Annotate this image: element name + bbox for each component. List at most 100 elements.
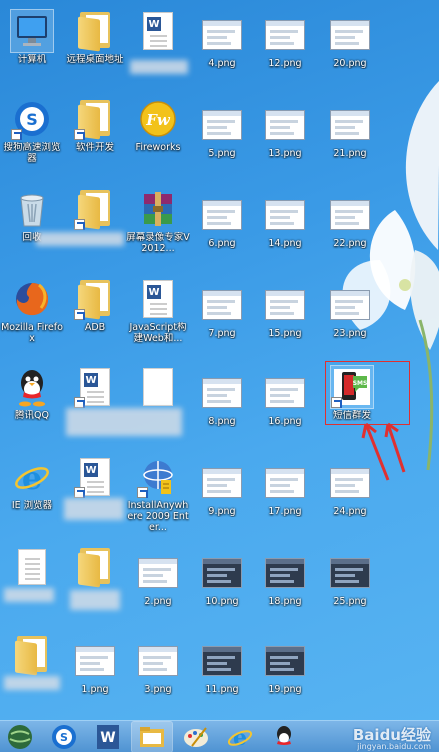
desktop-icon-fireworks[interactable]: Fw Fireworks [128, 98, 188, 153]
taskbar-paint[interactable] [176, 722, 216, 752]
desktop-icon-screen-recorder[interactable]: 屏幕录像专家V2012... [126, 188, 190, 254]
desktop-icon-qq[interactable]: 腾讯QQ [2, 366, 62, 421]
svg-text:S: S [60, 731, 68, 744]
desktop-icon-15-png[interactable]: 15.png [255, 284, 315, 339]
sogou-browser-icon: S [11, 98, 53, 140]
desktop-icon-firefox[interactable]: Mozilla Firefox [1, 278, 63, 344]
shortcut-arrow-icon [74, 129, 85, 140]
image-thumb-icon [201, 462, 243, 504]
taskbar-ie[interactable]: e [220, 722, 260, 752]
image-thumb-icon [329, 462, 371, 504]
word-doc-icon: W [137, 10, 179, 52]
image-thumb-icon [201, 552, 243, 594]
desktop-icon-label: 腾讯QQ [15, 410, 49, 421]
desktop-icon-word-doc-3[interactable]: W [128, 10, 188, 54]
desktop-icon-word-doc[interactable]: W [65, 366, 125, 410]
desktop-icon-word-doc-2[interactable]: W [65, 456, 125, 500]
privacy-blur [66, 408, 182, 436]
desktop-icon-6-png[interactable]: 6.png [192, 194, 252, 249]
desktop-icon-label: 13.png [268, 148, 302, 159]
qq-icon [11, 366, 53, 408]
desktop-icon-1-png[interactable]: 1.png [65, 640, 125, 695]
desktop-icon-blank-file[interactable] [128, 366, 188, 410]
desktop-icon-label: 屏幕录像专家V2012... [126, 232, 190, 254]
desktop-icon-label: ADB [84, 322, 106, 333]
desktop-icon-ie[interactable]: e IE 浏览器 [2, 456, 62, 511]
desktop-icon-remote-desktop-folder[interactable]: 远程桌面地址 [65, 10, 125, 65]
desktop-icon-23-png[interactable]: 23.png [320, 284, 380, 339]
desktop-icon-document[interactable] [2, 546, 62, 590]
firefox-icon [11, 278, 53, 320]
folder-icon [74, 98, 116, 140]
paint-icon [184, 726, 208, 747]
taskbar-sogou-browser[interactable]: S [44, 722, 84, 752]
desktop-icon-12-png[interactable]: 12.png [255, 14, 315, 69]
ie-icon: e [11, 456, 53, 498]
shortcut-arrow-icon [74, 309, 85, 320]
image-thumb-icon [74, 640, 116, 682]
desktop-icon-label: 11.png [205, 684, 239, 695]
desktop-icon-3-png[interactable]: 3.png [128, 640, 188, 695]
desktop-icon-10-png[interactable]: 10.png [192, 552, 252, 607]
svg-text:W: W [100, 730, 115, 746]
word-doc-icon: W [137, 278, 179, 320]
desktop-icon-sogou-browser[interactable]: S 搜狗高速浏览器 [2, 98, 62, 164]
desktop-icon-folder-3[interactable] [65, 546, 125, 590]
desktop-icon-19-png[interactable]: 19.png [255, 640, 315, 695]
taskbar-start-button[interactable] [0, 722, 40, 752]
desktop-icon-label: 8.png [208, 416, 236, 427]
desktop-icon-software-dev-folder[interactable]: 软件开发 [65, 98, 125, 153]
desktop-icon-9-png[interactable]: 9.png [192, 462, 252, 517]
desktop-icon-label: 7.png [208, 328, 236, 339]
desktop-icon-folder-2[interactable] [65, 188, 125, 232]
desktop-icon-18-png[interactable]: 18.png [255, 552, 315, 607]
desktop-icon-4-png[interactable]: 4.png [192, 14, 252, 69]
taskbar-word[interactable]: W [88, 722, 128, 752]
shortcut-arrow-icon [74, 397, 85, 408]
folder-icon [74, 278, 116, 320]
desktop-icon-14-png[interactable]: 14.png [255, 194, 315, 249]
desktop-icon-24-png[interactable]: 24.png [320, 462, 380, 517]
desktop-icon-13-png[interactable]: 13.png [255, 104, 315, 159]
desktop-icon-folder[interactable] [2, 634, 62, 678]
desktop-icon-16-png[interactable]: 16.png [255, 372, 315, 427]
desktop-icon-17-png[interactable]: 17.png [255, 462, 315, 517]
desktop: 计算机 S 搜狗高速浏览器 回收 Mozilla Firefox 腾讯QQ e … [0, 0, 439, 720]
privacy-blur [4, 676, 60, 690]
image-thumb-icon [329, 552, 371, 594]
shortcut-arrow-icon [11, 129, 22, 140]
desktop-icon-20-png[interactable]: 20.png [320, 14, 380, 69]
start-globe-icon [8, 724, 32, 749]
desktop-icon-adb-folder[interactable]: ADB [65, 278, 125, 333]
desktop-icon-label: 24.png [333, 506, 367, 517]
desktop-icon-8-png[interactable]: 8.png [192, 372, 252, 427]
desktop-icon-label: 18.png [268, 596, 302, 607]
image-thumb-icon [329, 194, 371, 236]
desktop-icon-label: 22.png [333, 238, 367, 249]
desktop-icon-label: JavaScript构建Web和... [129, 322, 187, 344]
desktop-icon-25-png[interactable]: 25.png [320, 552, 380, 607]
file-explorer-icon [140, 726, 164, 747]
image-thumb-icon [201, 640, 243, 682]
desktop-icon-computer[interactable]: 计算机 [2, 9, 62, 65]
desktop-icon-22-png[interactable]: 22.png [320, 194, 380, 249]
desktop-icon-label: 25.png [333, 596, 367, 607]
baidu-watermark: Baidu经验 jingyan.baidu.com [353, 724, 431, 751]
desktop-icon-21-png[interactable]: 21.png [320, 104, 380, 159]
desktop-icon-label: 14.png [268, 238, 302, 249]
highlight-box [325, 361, 410, 425]
image-thumb-icon [264, 462, 306, 504]
desktop-icon-label: IE 浏览器 [11, 500, 53, 511]
desktop-icon-installanywhere[interactable]: InstallAnywhere 2009 Enter... [127, 456, 189, 533]
desktop-icon-5-png[interactable]: 5.png [192, 104, 252, 159]
desktop-icon-11-png[interactable]: 11.png [192, 640, 252, 695]
desktop-icon-2-png[interactable]: 2.png [128, 552, 188, 607]
desktop-icon-7-png[interactable]: 7.png [192, 284, 252, 339]
desktop-icon-label: 搜狗高速浏览器 [3, 142, 61, 164]
desktop-icon-javascript-doc[interactable]: W JavaScript构建Web和... [128, 278, 188, 344]
desktop-icon-label: 16.png [268, 416, 302, 427]
taskbar-qq[interactable] [264, 722, 304, 752]
taskbar-file-explorer[interactable] [131, 720, 173, 752]
installer-icon [137, 456, 179, 498]
shortcut-arrow-icon [74, 219, 85, 230]
